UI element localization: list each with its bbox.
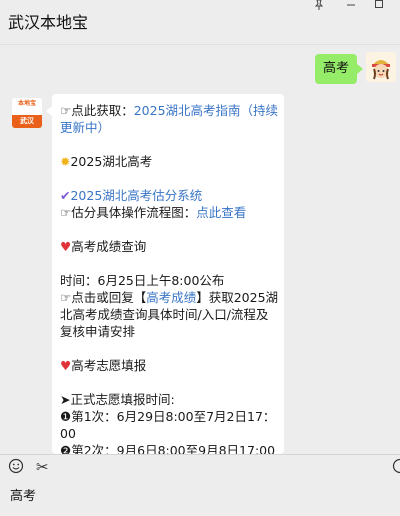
input-toolbar: ✂ — [0, 454, 400, 479]
message-input-area[interactable]: 高考 — [0, 479, 400, 516]
screenshot-scissors-icon[interactable]: ✂ — [36, 458, 49, 476]
reply-prefix: ☞点击或回复【 — [60, 290, 147, 305]
user-avatar[interactable] — [366, 52, 396, 82]
official-account-avatar[interactable]: 本地宝 武汉 — [12, 98, 42, 128]
title-bar: 武汉本地宝 — [0, 0, 400, 44]
guide-line: ☞点此获取：2025湖北高考指南（持续更新中） — [60, 102, 280, 136]
score-system-line: ✔2025湖北高考估分系统 — [60, 187, 280, 204]
score-system-link[interactable]: 2025湖北高考估分系统 — [70, 188, 202, 203]
flowchart-prefix: ☞估分具体操作流程图： — [60, 205, 197, 220]
sun-icon: ✹ — [60, 154, 71, 169]
section-heading-2025: ✹2025湖北高考 — [60, 153, 280, 170]
application-time-label: ➤正式志愿填报时间: — [60, 392, 175, 407]
avatar-city-text: 武汉 — [12, 115, 42, 128]
release-time-line: 时间：6月25日上午8:00公布 — [60, 273, 225, 288]
guide-prefix: ☞点此获取： — [60, 103, 134, 118]
maximize-icon[interactable] — [374, 0, 384, 12]
heart-icon: ♥ — [60, 239, 72, 254]
avatar-brand-text: 本地宝 — [12, 98, 42, 115]
heart-icon: ♥ — [60, 358, 72, 373]
reply-instruction-line: ☞点击或回复【高考成绩】获取2025湖北高考成绩查询具体时间/入口/流程及复核申… — [60, 289, 280, 340]
score-query-text: 高考成绩查询 — [71, 239, 147, 254]
outgoing-message[interactable]: 高考 — [315, 54, 363, 84]
emoji-icon[interactable] — [8, 458, 24, 474]
flowchart-link[interactable]: 点此查看 — [196, 205, 246, 220]
section-heading-text: 2025湖北高考 — [70, 154, 153, 169]
score-query-heading: ♥高考成绩查询 — [60, 238, 280, 255]
message-input[interactable]: 高考 — [10, 485, 36, 504]
application-heading: ♥高考志愿填报 — [60, 357, 280, 374]
check-icon: ✔ — [60, 188, 71, 203]
outgoing-message-text: 高考 — [322, 61, 349, 76]
application-text: 高考志愿填报 — [71, 358, 147, 373]
title-divider — [0, 44, 400, 45]
incoming-message-body: ☞点此获取：2025湖北高考指南（持续更新中） ✹2025湖北高考 ✔2025湖… — [60, 102, 280, 459]
flowchart-line: ☞估分具体操作流程图：点此查看 — [60, 204, 280, 221]
score-keyword-link[interactable]: 高考成绩 — [146, 290, 196, 305]
chat-history-icon[interactable] — [392, 458, 400, 474]
chat-title: 武汉本地宝 — [8, 13, 89, 32]
application-round-1: ❶第1次：6月29日8:00至7月2日17：00 — [60, 409, 276, 441]
pin-icon[interactable] — [314, 0, 324, 12]
minimize-icon[interactable] — [346, 0, 356, 12]
incoming-message[interactable]: ☞点此获取：2025湖北高考指南（持续更新中） ✹2025湖北高考 ✔2025湖… — [46, 94, 284, 458]
